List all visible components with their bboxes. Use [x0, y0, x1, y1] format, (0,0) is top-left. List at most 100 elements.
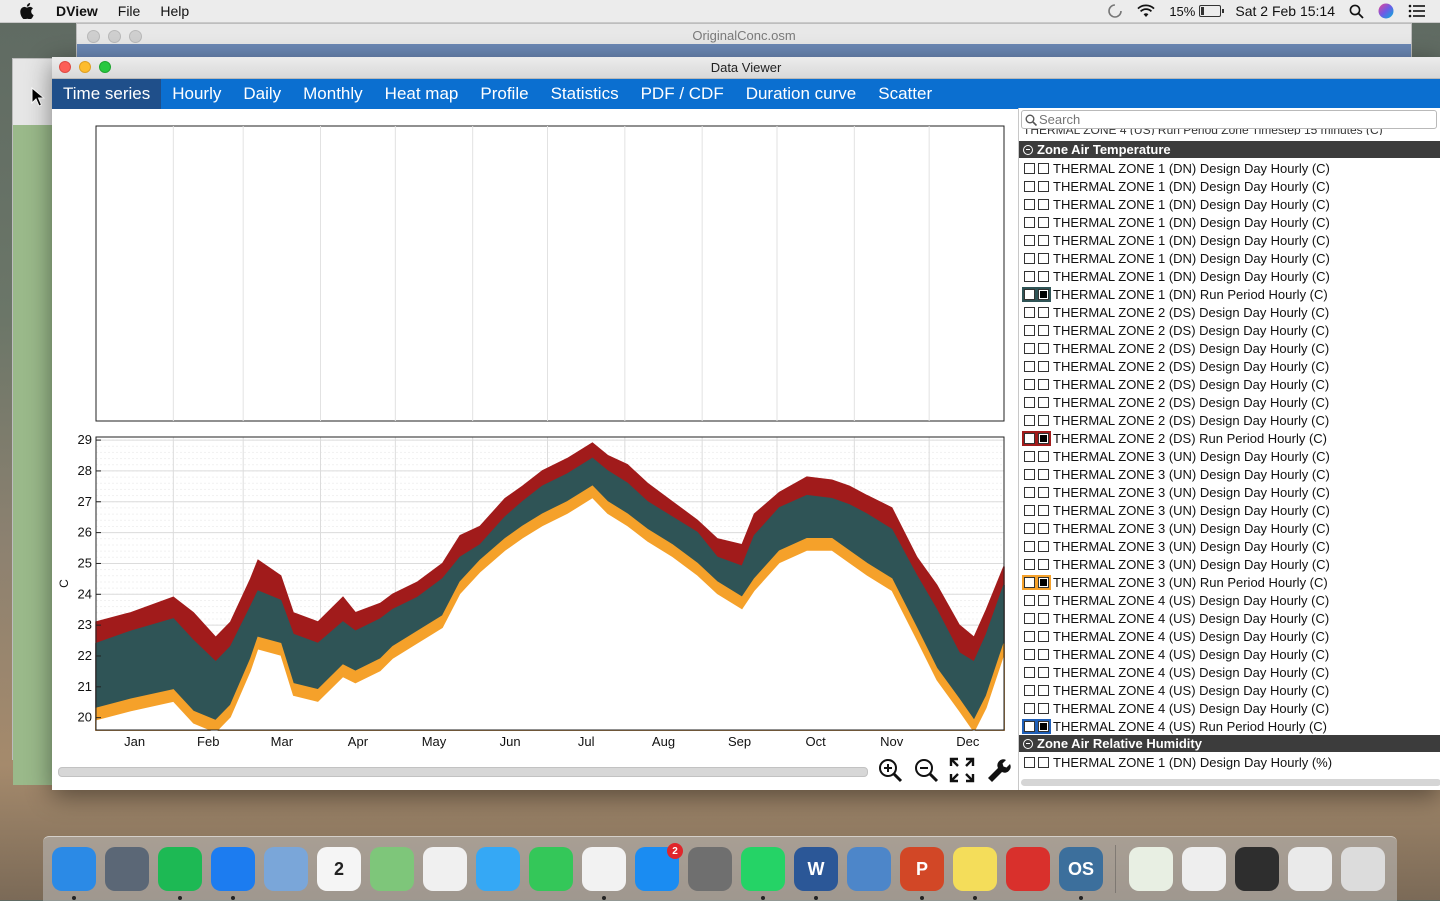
plot-checkbox[interactable] [1024, 558, 1035, 570]
select-checkbox[interactable] [1038, 702, 1049, 714]
launchpad-icon[interactable] [105, 847, 149, 891]
plot-checkbox[interactable] [1024, 648, 1035, 660]
recent-doc-1-icon[interactable] [1129, 847, 1173, 891]
select-checkbox[interactable] [1038, 666, 1049, 678]
fit-to-window-button[interactable] [948, 757, 976, 785]
plot-checkbox[interactable] [1024, 594, 1035, 606]
tab-duration-curve[interactable]: Duration curve [735, 79, 868, 109]
app-store-icon[interactable]: 2 [635, 843, 683, 891]
facetime-icon[interactable] [529, 847, 573, 891]
horizontal-scrollbar[interactable] [58, 767, 868, 777]
app-menu-dview[interactable]: DView [56, 3, 98, 19]
select-checkbox[interactable] [1038, 270, 1049, 282]
select-checkbox[interactable] [1036, 430, 1051, 446]
battery-status[interactable]: 15% [1169, 4, 1225, 19]
select-checkbox[interactable] [1038, 594, 1049, 606]
variable-row[interactable]: THERMAL ZONE 4 (US) Design Day Hourly (C… [1019, 681, 1440, 699]
select-checkbox[interactable] [1038, 522, 1049, 534]
plot-checkbox[interactable] [1024, 180, 1035, 192]
plot-checkbox[interactable] [1024, 270, 1035, 282]
plot-checkbox[interactable] [1024, 540, 1035, 552]
menu-help[interactable]: Help [160, 3, 189, 19]
variable-row[interactable]: THERMAL ZONE 3 (UN) Design Day Hourly (C… [1019, 447, 1440, 465]
variable-row[interactable]: THERMAL ZONE 3 (UN) Design Day Hourly (C… [1019, 537, 1440, 555]
notes-icon[interactable] [953, 847, 997, 900]
select-checkbox[interactable] [1038, 612, 1049, 624]
variable-row[interactable]: THERMAL ZONE 2 (DS) Design Day Hourly (C… [1019, 303, 1440, 321]
select-checkbox[interactable] [1038, 252, 1049, 264]
plot-checkbox[interactable] [1022, 286, 1037, 302]
time-series-chart[interactable]: 20 21 22 23 24 25 26 27 28 29 Jan Feb Mar Apr May Jun Ju… [52, 108, 1018, 753]
select-checkbox[interactable] [1038, 756, 1049, 768]
variable-row[interactable]: THERMAL ZONE 3 (UN) Design Day Hourly (C… [1019, 465, 1440, 483]
variable-row[interactable]: THERMAL ZONE 2 (DS) Design Day Hourly (C… [1019, 339, 1440, 357]
tab-time-series[interactable]: Time series [52, 79, 162, 109]
plot-checkbox[interactable] [1024, 252, 1035, 264]
plot-checkbox[interactable] [1024, 522, 1035, 534]
plot-checkbox[interactable] [1024, 342, 1035, 354]
select-checkbox[interactable] [1038, 486, 1049, 498]
select-checkbox[interactable] [1038, 324, 1049, 336]
siri-icon[interactable] [1378, 3, 1394, 19]
notification-center-icon[interactable] [1408, 4, 1426, 18]
variable-row[interactable]: THERMAL ZONE 3 (UN) Design Day Hourly (C… [1019, 555, 1440, 573]
select-checkbox[interactable] [1038, 468, 1049, 480]
plot-checkbox[interactable] [1024, 234, 1035, 246]
plot-checkbox[interactable] [1024, 504, 1035, 516]
tab-heat-map[interactable]: Heat map [374, 79, 470, 109]
select-checkbox[interactable] [1038, 450, 1049, 462]
plot-checkbox[interactable] [1022, 718, 1037, 734]
tab-monthly[interactable]: Monthly [292, 79, 374, 109]
select-checkbox[interactable] [1036, 574, 1051, 590]
mail-icon[interactable] [264, 847, 308, 891]
select-checkbox[interactable] [1038, 360, 1049, 372]
finder-icon[interactable] [52, 847, 96, 900]
sync-status-icon[interactable] [1107, 3, 1123, 19]
variable-row[interactable]: THERMAL ZONE 1 (DN) Design Day Hourly (C… [1019, 231, 1440, 249]
plot-checkbox[interactable] [1024, 486, 1035, 498]
openstudio-icon[interactable]: OS [1059, 847, 1103, 900]
plot-checkbox[interactable] [1024, 684, 1035, 696]
select-checkbox[interactable] [1038, 630, 1049, 642]
select-checkbox[interactable] [1038, 342, 1049, 354]
sketchup-icon[interactable] [1006, 847, 1050, 891]
variable-row[interactable]: THERMAL ZONE 4 (US) Design Day Hourly (C… [1019, 663, 1440, 681]
variable-row[interactable]: THERMAL ZONE 2 (DS) Design Day Hourly (C… [1019, 321, 1440, 339]
group-zone-air-relative-humidity[interactable]: Zone Air Relative Humidity [1019, 735, 1440, 752]
maps-icon[interactable] [370, 847, 414, 891]
variable-row[interactable]: THERMAL ZONE 1 (DN) Design Day Hourly (C… [1019, 195, 1440, 213]
temperature-plot[interactable]: 20 21 22 23 24 25 26 27 28 29 Jan Feb Mar Apr May Jun Ju… [57, 432, 1005, 749]
variable-row[interactable]: THERMAL ZONE 2 (DS) Design Day Hourly (C… [1019, 411, 1440, 429]
variable-row[interactable]: THERMAL ZONE 4 (US) Design Day Hourly (C… [1019, 627, 1440, 645]
search-field[interactable] [1021, 110, 1437, 129]
select-checkbox[interactable] [1038, 558, 1049, 570]
select-checkbox[interactable] [1038, 162, 1049, 174]
messages-icon[interactable] [476, 847, 520, 891]
plot-checkbox[interactable] [1024, 468, 1035, 480]
upper-overview-plot[interactable] [95, 125, 1005, 422]
tab-pdf-cdf[interactable]: PDF / CDF [630, 79, 735, 109]
select-checkbox[interactable] [1038, 414, 1049, 426]
select-checkbox[interactable] [1038, 378, 1049, 390]
variable-row[interactable]: THERMAL ZONE 3 (UN) Design Day Hourly (C… [1019, 519, 1440, 537]
powerpoint-icon[interactable]: P [900, 847, 944, 900]
plot-checkbox[interactable] [1024, 756, 1035, 768]
safari-icon[interactable] [211, 847, 255, 900]
variable-row[interactable]: THERMAL ZONE 3 (UN) Run Period Hourly (C… [1019, 573, 1440, 591]
plot-checkbox[interactable] [1024, 324, 1035, 336]
collapse-icon[interactable] [1023, 144, 1033, 155]
variable-row[interactable]: THERMAL ZONE 4 (US) Design Day Hourly (C… [1019, 609, 1440, 627]
plot-checkbox[interactable] [1024, 414, 1035, 426]
select-checkbox[interactable] [1038, 306, 1049, 318]
photos-icon[interactable] [423, 847, 467, 891]
plot-area[interactable]: 20 21 22 23 24 25 26 27 28 29 Jan Feb Mar Apr May Jun Ju… [52, 108, 1018, 790]
wifi-icon[interactable] [1137, 4, 1155, 18]
zoom-out-button[interactable] [912, 757, 940, 785]
recent-doc-4-icon[interactable] [1288, 847, 1332, 891]
plot-checkbox[interactable] [1024, 216, 1035, 228]
trash-icon[interactable] [1341, 847, 1385, 891]
variable-row[interactable]: THERMAL ZONE 1 (DN) Design Day Hourly (C… [1019, 213, 1440, 231]
recent-doc-3-icon[interactable] [1235, 847, 1279, 891]
select-checkbox[interactable] [1038, 396, 1049, 408]
select-checkbox[interactable] [1038, 684, 1049, 696]
